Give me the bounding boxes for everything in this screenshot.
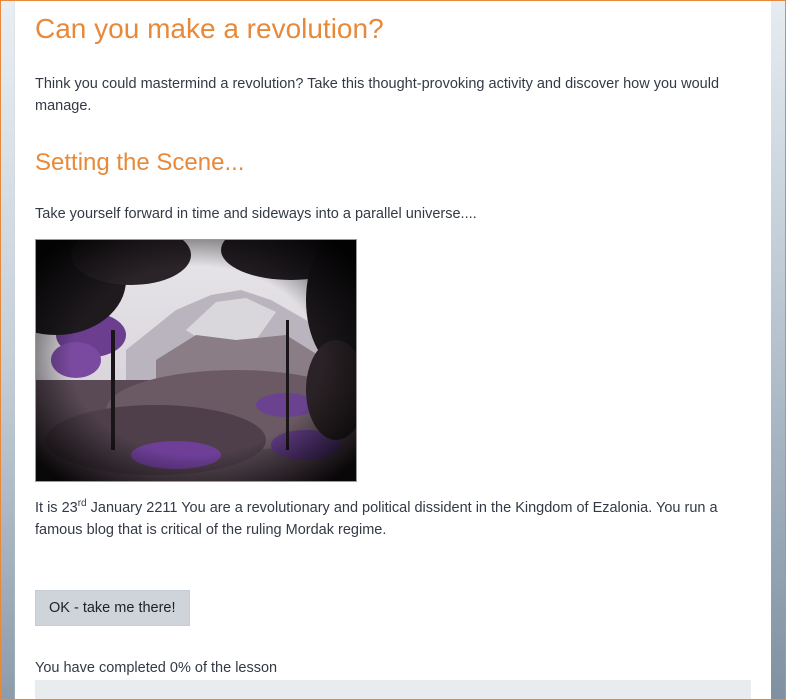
story-date-prefix: It is 23 <box>35 500 78 516</box>
story-date-ordinal: rd <box>77 498 87 510</box>
progress-label: You have completed 0% of the lesson <box>35 660 278 676</box>
lesson-title: Can you make a revolution? <box>35 13 384 44</box>
scene-heading: Setting the Scene... <box>35 149 245 176</box>
continue-button[interactable]: OK - take me there! <box>35 590 190 626</box>
scene-text: Take yourself forward in time and sidewa… <box>35 206 477 222</box>
scene-image <box>35 239 357 482</box>
right-background-strip <box>771 1 785 699</box>
story-body: January 2211 You are a revolutionary and… <box>35 500 718 538</box>
lesson-content: Can you make a revolution? Think you cou… <box>15 1 771 700</box>
lesson-intro: Think you could mastermind a revolution?… <box>35 76 720 114</box>
progress-bar <box>35 680 751 700</box>
left-background-strip <box>1 1 14 699</box>
story-text: It is 23rd January 2211 You are a revolu… <box>35 497 750 541</box>
